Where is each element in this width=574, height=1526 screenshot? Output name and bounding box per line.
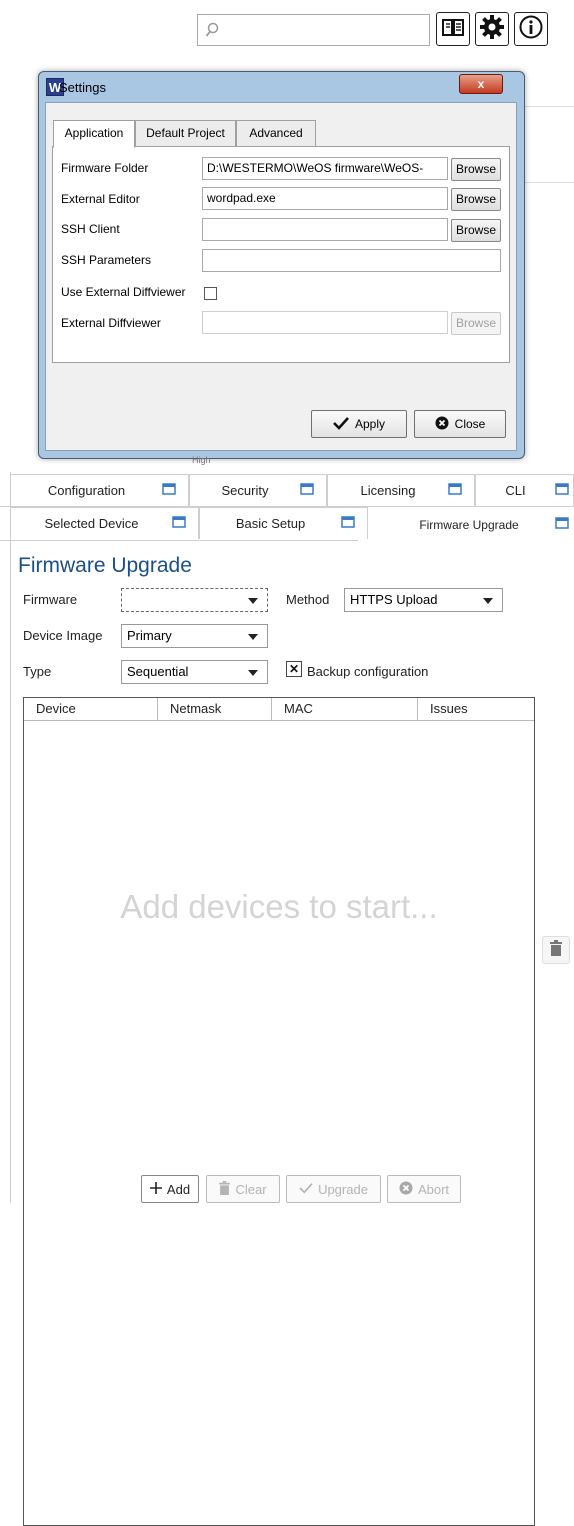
trash-icon bbox=[219, 1180, 231, 1198]
dialog-title: Settings bbox=[59, 80, 106, 95]
external-editor-label: External Editor bbox=[61, 192, 140, 206]
popout-icon bbox=[172, 516, 186, 531]
type-value: Sequential bbox=[127, 664, 189, 679]
tab-selected-device[interactable]: Selected Device bbox=[10, 507, 199, 539]
plus-icon bbox=[149, 1181, 162, 1197]
close-circle-icon bbox=[399, 1181, 413, 1198]
external-diffviewer-label: External Diffviewer bbox=[61, 316, 161, 330]
method-label: Method bbox=[286, 592, 330, 607]
info-icon bbox=[518, 14, 544, 44]
popout-icon bbox=[162, 483, 176, 498]
tab-cli[interactable]: CLI bbox=[475, 474, 574, 506]
type-select[interactable]: Sequential bbox=[121, 660, 268, 684]
about-button[interactable] bbox=[514, 12, 548, 46]
abort-label: Abort bbox=[417, 1181, 450, 1197]
device-image-select[interactable]: Primary bbox=[121, 624, 268, 648]
tab-default-project[interactable]: Default Project bbox=[135, 120, 236, 147]
column-header-mac[interactable]: MAC bbox=[272, 698, 418, 721]
close-button[interactable]: Close bbox=[414, 410, 506, 438]
apply-button[interactable]: Apply bbox=[311, 410, 407, 438]
dialog-close-button[interactable]: x bbox=[459, 74, 503, 94]
chevron-down-icon bbox=[248, 670, 258, 676]
tab-configuration-label: Configuration bbox=[47, 483, 126, 498]
backup-configuration-label: Backup configuration bbox=[307, 664, 429, 679]
device-table bbox=[23, 697, 535, 1526]
add-button[interactable]: Add bbox=[141, 1175, 199, 1203]
upgrade-button[interactable]: Upgrade bbox=[286, 1175, 381, 1203]
column-header-device[interactable]: Device bbox=[24, 698, 158, 721]
chevron-down-icon bbox=[248, 598, 258, 604]
trash-icon bbox=[550, 940, 562, 960]
chevron-down-icon bbox=[483, 598, 493, 604]
settings-button[interactable] bbox=[475, 12, 509, 46]
gear-icon bbox=[479, 14, 505, 44]
tab-basic-setup[interactable]: Basic Setup bbox=[199, 507, 368, 539]
external-diffviewer-browse-button[interactable]: Browse bbox=[451, 312, 501, 335]
firmware-folder-browse-button[interactable]: Browse bbox=[451, 158, 501, 181]
type-label: Type bbox=[23, 664, 52, 679]
background-text: High bbox=[192, 455, 211, 465]
close-circle-icon bbox=[435, 416, 449, 433]
tab-basic-setup-label: Basic Setup bbox=[235, 516, 306, 531]
popout-icon bbox=[341, 516, 355, 531]
tab-advanced[interactable]: Advanced bbox=[236, 120, 316, 147]
use-external-diffviewer-label: Use External Diffviewer bbox=[61, 285, 186, 299]
firmware-label: Firmware bbox=[23, 592, 78, 607]
add-label: Add bbox=[166, 1181, 191, 1197]
popout-icon bbox=[555, 483, 569, 498]
tab-firmware-upgrade-label: Firmware Upgrade bbox=[419, 517, 519, 532]
manual-button[interactable] bbox=[436, 12, 470, 46]
ssh-parameters-label: SSH Parameters bbox=[61, 253, 152, 267]
empty-table-placeholder: Add devices to start... bbox=[120, 888, 438, 925]
ssh-client-browse-button[interactable]: Browse bbox=[451, 219, 501, 242]
column-header-issues[interactable]: Issues bbox=[418, 698, 534, 721]
tab-cli-label: CLI bbox=[505, 483, 526, 498]
close-label: Close bbox=[454, 417, 486, 431]
search-icon bbox=[205, 22, 219, 42]
tab-selected-device-label: Selected Device bbox=[44, 516, 139, 531]
tab-firmware-upgrade[interactable]: Firmware Upgrade bbox=[368, 507, 574, 541]
tab-application[interactable]: Application bbox=[53, 120, 135, 148]
clear-label: Clear bbox=[235, 1181, 267, 1197]
chevron-down-icon bbox=[248, 634, 258, 640]
ssh-client-input[interactable] bbox=[202, 218, 448, 241]
device-image-value: Primary bbox=[127, 628, 172, 643]
tab-licensing-label: Licensing bbox=[360, 483, 416, 498]
popout-icon bbox=[448, 483, 462, 498]
remove-device-button[interactable] bbox=[542, 936, 570, 964]
tab-security[interactable]: Security bbox=[189, 474, 327, 506]
checkmark-icon bbox=[333, 416, 349, 433]
firmware-folder-label: Firmware Folder bbox=[61, 161, 149, 175]
abort-button[interactable]: Abort bbox=[387, 1175, 461, 1203]
method-select[interactable]: HTTPS Upload bbox=[344, 588, 503, 612]
checkmark-icon bbox=[299, 1182, 313, 1197]
popout-icon bbox=[555, 517, 569, 532]
method-value: HTTPS Upload bbox=[350, 592, 438, 607]
popout-icon bbox=[300, 483, 314, 498]
page-title: Firmware Upgrade bbox=[18, 554, 192, 577]
external-diffviewer-input[interactable] bbox=[202, 311, 448, 334]
backup-configuration-checkbox[interactable]: ✕ bbox=[286, 661, 302, 677]
upgrade-label: Upgrade bbox=[318, 1181, 368, 1197]
firmware-select[interactable] bbox=[121, 588, 268, 612]
search-box[interactable] bbox=[197, 14, 430, 46]
tab-row-divider bbox=[0, 540, 358, 541]
apply-label: Apply bbox=[354, 417, 386, 431]
clear-button[interactable]: Clear bbox=[206, 1175, 280, 1203]
use-external-diffviewer-checkbox[interactable] bbox=[204, 287, 217, 300]
external-editor-input[interactable]: wordpad.exe bbox=[202, 187, 448, 210]
left-border bbox=[10, 472, 11, 1203]
search-input[interactable] bbox=[224, 19, 424, 41]
book-icon bbox=[441, 17, 465, 41]
ssh-parameters-input[interactable] bbox=[202, 249, 501, 272]
tab-security-label: Security bbox=[221, 483, 269, 498]
tab-configuration[interactable]: Configuration bbox=[10, 474, 189, 506]
ssh-client-label: SSH Client bbox=[61, 222, 120, 236]
firmware-folder-input[interactable]: D:\WESTERMO\WeOS firmware\WeOS- bbox=[202, 157, 448, 180]
tab-licensing[interactable]: Licensing bbox=[327, 474, 475, 506]
column-header-netmask[interactable]: Netmask bbox=[158, 698, 272, 721]
device-image-label: Device Image bbox=[23, 628, 103, 643]
external-editor-browse-button[interactable]: Browse bbox=[451, 188, 501, 211]
